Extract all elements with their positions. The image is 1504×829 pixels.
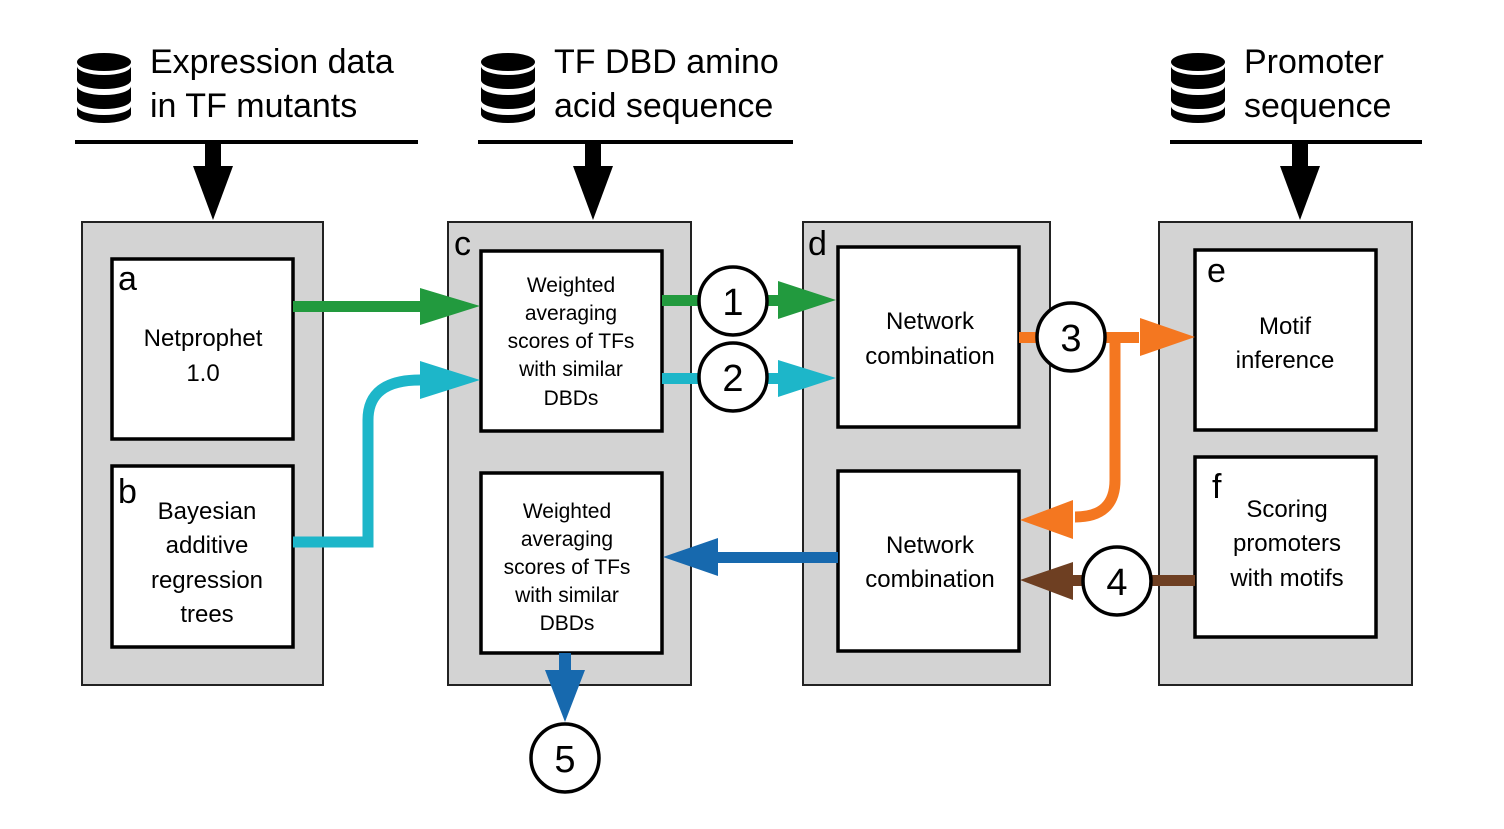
- box-text: Weighted: [527, 274, 615, 297]
- database-icon: [481, 53, 535, 123]
- box-text: Bayesian: [158, 498, 257, 525]
- arrow-shaft: [585, 142, 601, 170]
- box-text: Network: [886, 532, 975, 559]
- step-1: 1: [697, 265, 769, 337]
- box-label: b: [118, 473, 137, 511]
- arrow-shaft: [205, 142, 221, 170]
- box-text: averaging: [521, 528, 613, 551]
- box-label: a: [118, 260, 137, 298]
- box-text: regression: [151, 567, 263, 594]
- arrow-shaft: [715, 552, 838, 563]
- arrow-head: [193, 166, 233, 220]
- box-label: c: [454, 225, 471, 263]
- box-text: Weighted: [523, 500, 611, 523]
- box-text: scores of TFs: [504, 556, 631, 579]
- box-d-bottom: [836, 469, 1021, 653]
- step-number: 2: [722, 358, 743, 400]
- box-text: DBDs: [544, 387, 599, 410]
- box-text: scores of TFs: [508, 330, 635, 353]
- source-title-line: sequence: [1244, 87, 1391, 125]
- box-text: Network: [886, 308, 975, 335]
- box-text: combination: [865, 343, 994, 370]
- arrow-shaft: [1292, 142, 1308, 170]
- step-number: 5: [554, 739, 575, 781]
- box-text: trees: [180, 601, 233, 628]
- box-text: additive: [166, 532, 249, 559]
- box-text: DBDs: [540, 612, 595, 635]
- box-text: Netprophet: [144, 325, 263, 352]
- box-d-top: [836, 245, 1021, 429]
- box-text: inference: [1236, 347, 1335, 374]
- box-text: promoters: [1233, 530, 1341, 557]
- box-text: with similar: [514, 584, 619, 607]
- box-text: Motif: [1259, 313, 1311, 340]
- source-title-line: Promoter: [1244, 43, 1384, 81]
- step-5: 5: [529, 722, 601, 794]
- box-text: Scoring: [1246, 496, 1327, 523]
- source-arrows: [193, 142, 1320, 220]
- step-number: 4: [1106, 562, 1127, 604]
- database-icon: [77, 53, 131, 123]
- box-label: d: [808, 225, 827, 263]
- step-4: 4: [1081, 545, 1153, 617]
- box-label: f: [1212, 468, 1222, 506]
- source-expression-data: Expression data in TF mutants: [75, 43, 418, 144]
- box-text: averaging: [525, 302, 617, 325]
- box-text: 1.0: [186, 360, 219, 387]
- database-icon: [1171, 53, 1225, 123]
- arrow-head: [545, 670, 585, 722]
- source-title-line: in TF mutants: [150, 87, 357, 125]
- source-promoter-sequence: Promoter sequence: [1170, 43, 1422, 144]
- source-title-line: Expression data: [150, 43, 394, 81]
- box-text: combination: [865, 566, 994, 593]
- source-title-line: TF DBD amino: [554, 43, 779, 81]
- box-text: with similar: [518, 358, 623, 381]
- arrow-head: [1280, 166, 1320, 220]
- step-number: 3: [1060, 318, 1081, 360]
- source-tf-dbd-sequence: TF DBD amino acid sequence: [478, 43, 793, 144]
- source-title-line: acid sequence: [554, 87, 773, 125]
- step-3: 3: [1035, 301, 1107, 373]
- step-number: 1: [722, 282, 743, 324]
- pipeline-diagram: Expression data in TF mutants TF DBD ami…: [75, 43, 1422, 794]
- arrow-shaft: [293, 301, 425, 312]
- step-2: 2: [697, 341, 769, 413]
- arrow-head: [573, 166, 613, 220]
- box-label: e: [1207, 252, 1226, 290]
- box-text: with motifs: [1229, 565, 1343, 592]
